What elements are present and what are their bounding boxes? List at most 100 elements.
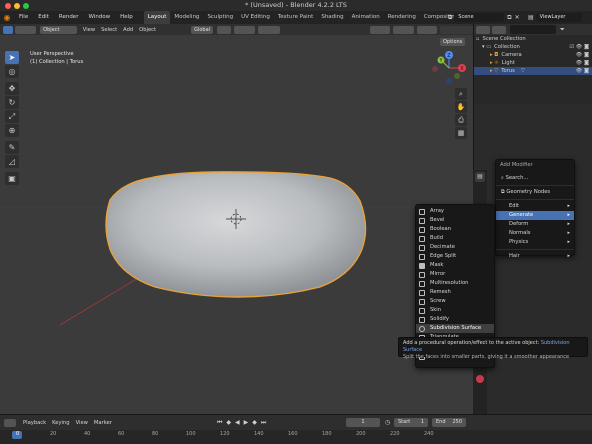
select-box-icon[interactable]: ➤ <box>5 51 19 64</box>
tab-uv-editing[interactable]: UV Editing <box>237 11 274 24</box>
proportional-editing-toggle[interactable] <box>258 25 280 34</box>
tab-shading[interactable]: Shading <box>317 11 347 24</box>
perspective-toggle-icon[interactable]: ▦ <box>455 127 467 139</box>
menu-item-edit[interactable]: Edit ▸ <box>496 202 574 211</box>
menu-item-hair[interactable]: Hair ▸ <box>496 252 574 261</box>
generate-item-mask[interactable]: Mask <box>416 261 494 270</box>
menu-item-physics[interactable]: Physics ▸ <box>496 238 574 247</box>
measure-icon[interactable]: ◿ <box>5 155 19 168</box>
start-frame-field[interactable]: Start 1 <box>394 418 428 427</box>
generate-item-skin[interactable]: Skin <box>416 306 494 315</box>
outliner-row-scene-collection[interactable]: ▫ Scene Collection <box>474 35 592 43</box>
navigation-gizmo[interactable]: Z Y X <box>427 48 473 92</box>
scene-icon[interactable]: ⧉ <box>448 14 452 22</box>
generate-item-solidify[interactable]: Solidify <box>416 315 494 324</box>
geometry-nodes-item[interactable]: ⧉ Geometry Nodes <box>496 188 574 197</box>
add-cube-icon[interactable]: ▣ <box>5 172 19 185</box>
menu-view[interactable]: View <box>80 27 98 33</box>
menu-object[interactable]: Object <box>136 27 159 33</box>
pivot-point-icon[interactable] <box>217 25 231 34</box>
menu-item-normals[interactable]: Normals ▸ <box>496 229 574 238</box>
jump-end-icon[interactable]: ⏭ <box>261 419 266 427</box>
jump-start-icon[interactable]: ⏮ <box>217 419 222 427</box>
scene-selector[interactable]: Scene <box>454 13 505 22</box>
filter-icon[interactable]: ⏷ <box>560 26 565 34</box>
cursor-icon[interactable]: ◎ <box>5 65 19 78</box>
menu-render[interactable]: Render <box>54 11 84 24</box>
menu-window[interactable]: Window <box>83 11 115 24</box>
blender-logo-icon[interactable]: ◉ <box>0 13 14 22</box>
outliner-editor-type[interactable] <box>476 25 490 34</box>
pan-hand-icon[interactable]: ✋ <box>455 101 467 113</box>
material-tab-icon[interactable] <box>476 375 484 383</box>
editor-type-icon[interactable] <box>3 25 13 34</box>
generate-item-decimate[interactable]: Decimate <box>416 243 494 252</box>
gizmo-toggle[interactable] <box>392 25 415 34</box>
outliner-search-input[interactable] <box>510 25 556 34</box>
modifier-search-item[interactable]: ⌕ Search... <box>496 174 574 183</box>
generate-item-build[interactable]: Build <box>416 234 494 243</box>
generate-item-subdivision-surface[interactable]: Subdivision Surface <box>416 324 494 333</box>
generate-item-screw[interactable]: Screw <box>416 297 494 306</box>
clock-icon[interactable]: ◷ <box>385 419 390 426</box>
menu-view-timeline[interactable]: View <box>73 420 91 426</box>
scene-delete-icon[interactable]: ✕ <box>515 14 520 21</box>
snap-toggle[interactable] <box>233 25 256 34</box>
tab-animation[interactable]: Animation <box>348 11 384 24</box>
menu-file[interactable]: File <box>14 11 33 24</box>
outliner-display-mode[interactable] <box>492 25 506 34</box>
current-frame-field[interactable]: 1 <box>346 418 380 427</box>
shading-mode-buttons[interactable] <box>439 25 473 34</box>
menu-marker[interactable]: Marker <box>91 420 115 426</box>
visibility-icons[interactable]: 👁 ◙ <box>576 51 589 59</box>
play-reverse-icon[interactable]: ◀ <box>235 419 240 426</box>
timeline-ruler[interactable]: 0 20 40 60 80 100 120 140 160 180 200 22… <box>0 430 592 444</box>
scale-icon[interactable]: ⤢ <box>5 110 19 123</box>
tab-layout[interactable]: Layout <box>143 11 171 24</box>
next-keyframe-icon[interactable]: ◆ <box>252 419 257 426</box>
prev-keyframe-icon[interactable]: ◆ <box>226 419 231 426</box>
menu-keying[interactable]: Keying <box>49 420 72 426</box>
scene-copy-icon[interactable]: ⧉ <box>507 14 511 22</box>
menu-item-deform[interactable]: Deform ▸ <box>496 220 574 229</box>
outliner-row-camera[interactable]: ▸ ◘ Camera 👁 ◙ <box>474 51 592 59</box>
tab-rendering[interactable]: Rendering <box>384 11 420 24</box>
zoom-icon[interactable]: ⌕ <box>455 88 467 100</box>
visibility-icons[interactable]: ☑ 👁 ◙ <box>569 43 589 51</box>
menu-add[interactable]: Add <box>120 27 136 33</box>
move-icon[interactable]: ✥ <box>5 82 19 95</box>
xray-toggle[interactable] <box>417 25 437 34</box>
menu-playback[interactable]: Playback <box>20 420 49 426</box>
generate-item-bevel[interactable]: Bevel <box>416 216 494 225</box>
menu-edit[interactable]: Edit <box>33 11 54 24</box>
outliner-row-light[interactable]: ▸ ☼ Light 👁 ◙ <box>474 59 592 67</box>
play-icon[interactable]: ▶ <box>244 419 249 426</box>
generate-item-remesh[interactable]: Remesh <box>416 288 494 297</box>
generate-item-boolean[interactable]: Boolean <box>416 225 494 234</box>
transform-icon[interactable]: ⊕ <box>5 124 19 137</box>
tab-sculpting[interactable]: Sculpting <box>203 11 237 24</box>
visibility-icons[interactable]: 👁 ◙ <box>576 59 589 67</box>
menu-help[interactable]: Help <box>115 11 138 24</box>
maximize-window-button[interactable] <box>23 3 29 9</box>
generate-item-edge-split[interactable]: Edge Split <box>416 252 494 261</box>
menu-item-generate[interactable]: Generate ▸ <box>496 211 574 220</box>
select-mode-buttons[interactable] <box>14 25 37 34</box>
options-dropdown[interactable]: Options <box>440 38 466 46</box>
annotate-icon[interactable]: ✎ <box>5 141 19 154</box>
viewlayer-selector[interactable]: ViewLayer <box>535 13 582 22</box>
timeline-editor-type[interactable] <box>4 418 16 427</box>
viewlayer-icon[interactable]: ▤ <box>528 14 534 21</box>
camera-view-icon[interactable]: ⎙ <box>455 114 467 126</box>
minimize-window-button[interactable] <box>14 3 20 9</box>
object-mode-dropdown[interactable]: Object Mode <box>40 25 77 41</box>
tab-modeling[interactable]: Modeling <box>170 11 203 24</box>
menu-select[interactable]: Select <box>98 27 120 33</box>
generate-item-array[interactable]: Array <box>416 207 494 216</box>
generate-item-mirror[interactable]: Mirror <box>416 270 494 279</box>
end-frame-field[interactable]: End 250 <box>432 418 466 427</box>
properties-editor-type[interactable]: ▤ <box>475 172 485 182</box>
transform-orientation-dropdown[interactable]: Global <box>191 25 214 34</box>
close-window-button[interactable] <box>5 3 11 9</box>
rotate-icon[interactable]: ↻ <box>5 96 19 109</box>
